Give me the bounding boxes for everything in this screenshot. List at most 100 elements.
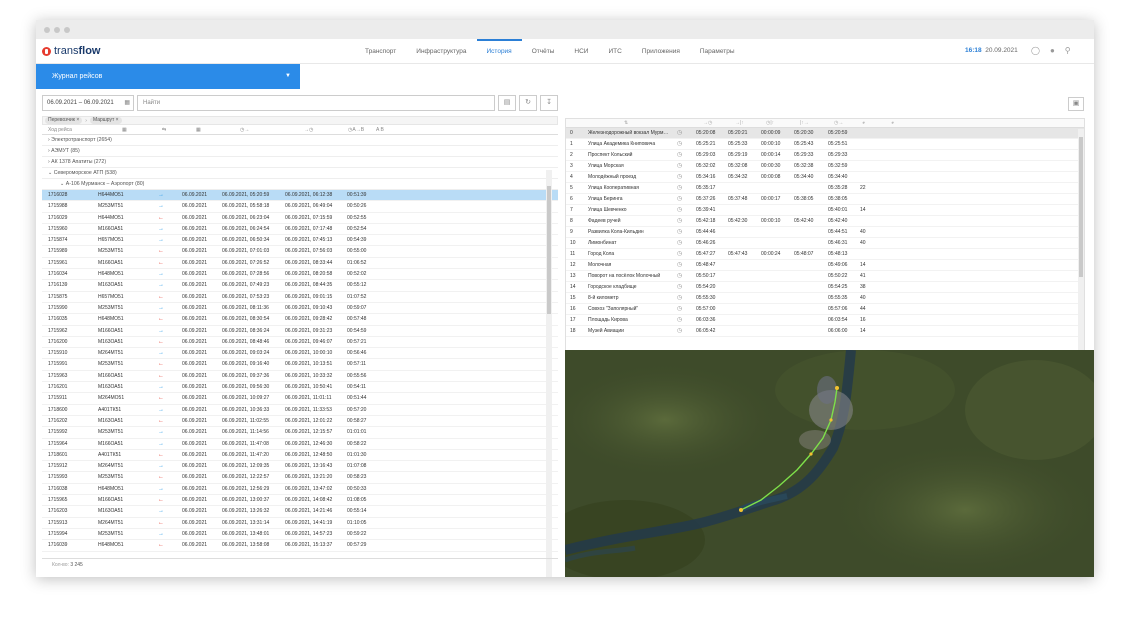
vehicle-column-icon[interactable]: ▦	[122, 125, 162, 134]
table-row[interactable]: 1715875 Н657МО51 ← 06.09.2021 06.09.2021, 07…	[42, 292, 558, 303]
stop-row[interactable]: 4 Молодёжный проезд ◷ 05:34:16 05:34:32 00:00…	[566, 172, 1084, 183]
column-trip-header[interactable]: Ход рейса	[48, 125, 122, 134]
table-row[interactable]: 1716201 М163ОА51 → 06.09.2021 06.09.2021, 09…	[42, 382, 558, 394]
door-open-header-icon[interactable]: →|↑	[735, 120, 744, 126]
stop-row[interactable]: 7 Улица Шевченко ◷ 05:39:41 05:40:01 14	[566, 205, 1084, 216]
map-toggle-icon[interactable]: ▣	[1068, 97, 1084, 111]
table-row[interactable]: 1715965 М166ОА51 ← 06.09.2021 06.09.2021, 13…	[42, 495, 558, 507]
gauge-icon[interactable]: ◕	[891, 120, 894, 126]
download-icon[interactable]: ↧	[540, 95, 558, 111]
table-row[interactable]: 1716139 М163ОА51 → 06.09.2021 06.09.2021, 07…	[42, 280, 558, 292]
tag-route[interactable]: Маршрут ×	[89, 117, 122, 124]
carrier-group[interactable]: ⌄ Североморское АТП (538)	[42, 168, 558, 179]
table-row[interactable]: 1715960 М166ОА51 → 06.09.2021 06.09.2021, 06…	[42, 224, 558, 236]
menu-item[interactable]: Отчёты	[522, 39, 565, 64]
table-row[interactable]: 1715910 М264МТ51 → 06.09.2021 06.09.2021, 09…	[42, 348, 558, 360]
refresh-icon[interactable]: ↻	[519, 95, 537, 111]
tag-carrier[interactable]: Перевозчик ×	[45, 117, 83, 124]
table-row[interactable]: 1715994 М253МТ51 → 06.09.2021 06.09.2021, 13…	[42, 529, 558, 541]
stop-name-header-icon[interactable]: ⇅	[624, 120, 628, 126]
menu-item[interactable]: Параметры	[690, 39, 745, 64]
menu-item[interactable]: Приложения	[632, 39, 690, 64]
date-range-input[interactable]: 06.09.2021 – 06.09.2021 ▦	[42, 95, 134, 111]
table-row[interactable]: 1715961 М166ОА51 ← 06.09.2021 06.09.2021, 07…	[42, 258, 558, 270]
stop-row[interactable]: 6 Улица Беринга ◷ 05:37:26 05:37:48 00:00:17 0…	[566, 194, 1084, 205]
table-row[interactable]: 1715991 М253МТ51 ← 06.09.2021 06.09.2021, 09…	[42, 359, 558, 371]
dwell-header-icon[interactable]: ◷|↑	[766, 120, 774, 126]
trips-scrollbar[interactable]	[546, 170, 552, 577]
table-row[interactable]: 1715963 М166ОА51 ← 06.09.2021 06.09.2021, 09…	[42, 371, 558, 383]
menu-item[interactable]: ИТС	[598, 39, 631, 64]
table-row[interactable]: 1715962 М166ОА51 → 06.09.2021 06.09.2021, 08…	[42, 326, 558, 337]
table-row[interactable]: 1716202 М163ОА51 ← 06.09.2021 06.09.2021, 11…	[42, 416, 558, 428]
user-icon[interactable]: ●	[1050, 46, 1055, 55]
route-group[interactable]: ⌄ А-106 Мурманск – Аэропорт (80)	[42, 179, 558, 190]
journal-dropdown[interactable]: Журнал рейсов ▼	[36, 64, 300, 89]
window-minimize-dot[interactable]	[54, 26, 60, 33]
table-row[interactable]: 1716038 Н648МО51 → 06.09.2021 06.09.2021, 12…	[42, 484, 558, 496]
stop-row[interactable]: 9 Развилка Кола-Кильдин ◷ 05:44:46 05:44:51 4…	[566, 227, 1084, 238]
stop-row[interactable]: 12 Молочная ◷ 05:48:47 05:49:06 14	[566, 260, 1084, 271]
arrival-header-icon[interactable]: →◷	[703, 120, 712, 126]
stop-row[interactable]: 3 Улица Морская ◷ 05:32:02 05:32:08 00:00:30 0…	[566, 161, 1084, 172]
carrier-group[interactable]: › АК 1378 Апатиты (272)	[42, 157, 558, 168]
table-row[interactable]: 1716034 Н648МО51 → 06.09.2021 06.09.2021, 07…	[42, 269, 558, 281]
table-row[interactable]: 1715911 М264МО51 ← 06.09.2021 06.09.2021, 10…	[42, 393, 558, 405]
table-row[interactable]: 1716203 М163ОА51 → 06.09.2021 06.09.2021, 13…	[42, 506, 558, 518]
table-row[interactable]: 1715989 М253МТ51 ← 06.09.2021 06.09.2021, 07…	[42, 246, 558, 258]
table-row[interactable]: 1715990 М253МТ51 → 06.09.2021 06.09.2021, 08…	[42, 303, 558, 315]
door-close-header-icon[interactable]: |↑→	[800, 120, 809, 126]
route-map[interactable]	[565, 350, 1094, 577]
stop-row[interactable]: 17 Площадь Кирова ◷ 06:03:36 06:03:54 16	[566, 315, 1084, 326]
table-row[interactable]: 1716035 Н648МО51 ← 06.09.2021 06.09.2021, 08…	[42, 314, 558, 326]
stop-row[interactable]: 2 Проспект Кольский ◷ 05:29:03 05:29:19 00:00…	[566, 150, 1084, 161]
carrier-group[interactable]: › Электротранспорт (2654)	[42, 135, 558, 146]
duration-column-icon[interactable]: ◷A→B	[348, 125, 376, 134]
table-row[interactable]: 1715874 Н657МО51 → 06.09.2021 06.09.2021, 06…	[42, 235, 558, 247]
stop-row[interactable]: 0 Железнодорожный вокзал Мурм… ◷ 05:20:08 05…	[566, 128, 1084, 139]
date-column-icon[interactable]: ▦	[196, 125, 240, 134]
table-row[interactable]: 1716200 М163ОА51 ← 06.09.2021 06.09.2021, 08…	[42, 337, 558, 349]
start-time-column-icon[interactable]: ◷→	[240, 125, 304, 134]
table-row[interactable]: 1715993 М253МТ51 ← 06.09.2021 06.09.2021, 12…	[42, 472, 558, 484]
carrier-group[interactable]: › АЭМУТ (85)	[42, 146, 558, 157]
table-row[interactable]: 1715912 М264МТ51 → 06.09.2021 06.09.2021, 12…	[42, 461, 558, 473]
search-icon[interactable]: ⚲	[1065, 46, 1071, 55]
search-input[interactable]: Найти	[137, 95, 495, 111]
menu-item[interactable]: НСИ	[564, 39, 598, 64]
stop-row[interactable]: 8 Фадеев ручей ◷ 05:42:18 05:42:30 00:00:10 05…	[566, 216, 1084, 227]
stop-row[interactable]: 11 Город Кола ◷ 05:47:27 05:47:43 00:00:24 05:…	[566, 249, 1084, 260]
menu-item[interactable]: Инфраструктура	[406, 39, 476, 64]
end-time-column-icon[interactable]: →◷	[304, 125, 348, 134]
table-row[interactable]: 1715992 М253МТ51 → 06.09.2021 06.09.2021, 11…	[42, 427, 558, 439]
menu-item[interactable]: Транспорт	[355, 39, 406, 64]
table-row[interactable]: 1715913 М264МТ51 ← 06.09.2021 06.09.2021, 13…	[42, 518, 558, 529]
trash-icon[interactable]: ▤	[498, 95, 516, 111]
window-close-dot[interactable]	[44, 26, 50, 33]
stop-row[interactable]: 16 Совхоз "Заполярный" ◷ 05:57:00 05:57:06 44	[566, 304, 1084, 315]
trips-scroll-thumb[interactable]	[547, 186, 551, 314]
stop-row[interactable]: 15 8-й километр ◷ 05:55:30 05:55:35 40	[566, 293, 1084, 304]
stop-row[interactable]: 18 Музей Авиации ◷ 06:05:42 06:06:00 14	[566, 326, 1084, 337]
stops-scroll-thumb[interactable]	[1079, 137, 1083, 277]
brand-logo[interactable]: transflow	[42, 45, 100, 57]
table-row[interactable]: 1715964 М166ОА51 → 06.09.2021 06.09.2021, 11…	[42, 439, 558, 450]
distance-column-icon[interactable]: A B	[376, 125, 384, 134]
menu-item[interactable]: История	[476, 39, 522, 64]
table-row[interactable]: 1716039 Н648МО51 ← 06.09.2021 06.09.2021, 13…	[42, 540, 558, 552]
stop-row[interactable]: 13 Поворот на посёлок Молочный ◷ 05:50:17 05…	[566, 271, 1084, 282]
direction-column-icon[interactable]: ⇆	[162, 125, 196, 134]
stop-row[interactable]: 5 Улица Кооперативная ◷ 05:35:17 05:35:28 22	[566, 183, 1084, 194]
window-maximize-dot[interactable]	[64, 26, 70, 33]
table-row[interactable]: 1716029 Н644МО51 ← 06.09.2021 06.09.2021, 06…	[42, 213, 558, 224]
table-row[interactable]: 1718601 А401ТК51 ← 06.09.2021 06.09.2021, 11…	[42, 450, 558, 462]
table-row[interactable]: 1718600 А401ТК51 → 06.09.2021 06.09.2021, 10…	[42, 405, 558, 416]
stop-row[interactable]: 10 Лимонбинат ◷ 05:46:26 05:46:31 40	[566, 238, 1084, 249]
table-row[interactable]: 1715988 М253МТ51 → 06.09.2021 06.09.2021, 05…	[42, 201, 558, 213]
stops-scrollbar[interactable]	[1078, 129, 1084, 354]
table-row[interactable]: 1716028 Н644МО51 → 06.09.2021 06.09.2021, 05…	[42, 190, 558, 202]
stop-row[interactable]: 14 Городское кладбище ◷ 05:54:20 05:54:25 38	[566, 282, 1084, 293]
departure-header-icon[interactable]: ◷→	[834, 120, 843, 126]
stop-row[interactable]: 1 Улица Академика Книповича ◷ 05:25:21 05:25…	[566, 139, 1084, 150]
bell-icon[interactable]: ◯	[1031, 46, 1040, 55]
